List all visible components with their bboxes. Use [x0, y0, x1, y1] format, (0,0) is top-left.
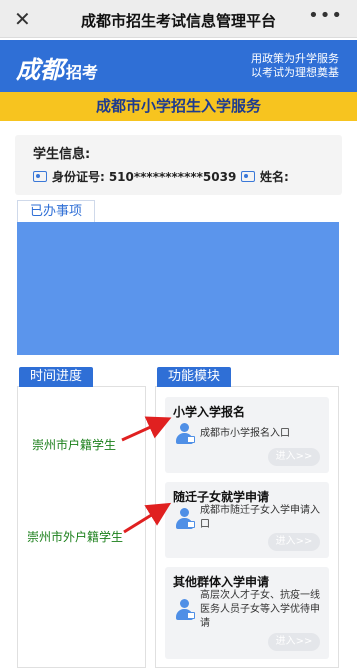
student-person-icon [174, 423, 195, 445]
student-person-icon [174, 508, 195, 530]
service-title: 成都市小学招生入学服务 [0, 92, 357, 121]
enter-button[interactable]: 进入>> [268, 633, 320, 651]
top-nav-bar: ✕ 成都市招生考试信息管理平台 ••• [0, 0, 357, 38]
module-card-other-groups[interactable]: 其他群体入学申请 高层次人才子女、抗疫一线医务人员子女等入学优待申请 进入>> [165, 567, 329, 659]
site-logo: 成都 招考 [16, 55, 99, 84]
more-dots-icon[interactable]: ••• [308, 5, 343, 26]
progress-note-nonlocal: 崇州市外户籍学生 [27, 530, 124, 544]
id-card-icon [33, 171, 47, 182]
module-card-migrant-children[interactable]: 随迁子女就学申请 成都市随迁子女入学申请入口 进入>> [165, 482, 329, 558]
name-label: 姓名: [260, 170, 289, 184]
module-title: 小学入学报名 [173, 405, 246, 419]
enter-button[interactable]: 进入>> [268, 533, 320, 551]
module-card-primary-enrollment[interactable]: 小学入学报名 成都市小学报名入口 进入>> [165, 397, 329, 473]
slogan-line-2: 以考试为理想奠基 [251, 66, 339, 79]
slogan-line-1: 用政策为升学服务 [251, 52, 339, 65]
module-description: 成都市随迁子女入学申请入口 [200, 505, 320, 530]
module-description: 成都市小学报名入口 [200, 428, 290, 439]
name-card-icon [241, 171, 255, 182]
id-number-row: 身份证号: 510***********5039 [33, 168, 236, 185]
enter-button[interactable]: 进入>> [268, 448, 320, 466]
tab-progress[interactable]: 时间进度 [19, 367, 94, 387]
banner-slogan: 用政策为升学服务 以考试为理想奠基 [251, 52, 339, 80]
progress-panel [17, 386, 146, 668]
header-banner: 成都 招考 用政策为升学服务 以考试为理想奠基 [0, 40, 357, 92]
student-info-panel: 学生信息: 身份证号: 510***********5039 姓名: [15, 135, 342, 195]
progress-note-local: 崇州市户籍学生 [32, 438, 117, 452]
id-number-value: 510***********5039 [108, 169, 237, 184]
done-items-area [17, 222, 339, 355]
student-person-icon [174, 599, 195, 621]
student-info-label: 学生信息: [33, 147, 91, 162]
page-title: 成都市招生考试信息管理平台 [80, 12, 276, 30]
module-description: 高层次人才子女、抗疫一线医务人员子女等入学优待申请 [200, 590, 320, 629]
tab-done-items[interactable]: 已办事项 [17, 200, 96, 222]
tab-modules[interactable]: 功能模块 [157, 367, 232, 387]
module-title: 其他群体入学申请 [173, 575, 270, 589]
id-number-label: 身份证号: [52, 170, 105, 184]
name-row: 姓名: [241, 168, 289, 185]
module-title: 随迁子女就学申请 [173, 490, 270, 504]
